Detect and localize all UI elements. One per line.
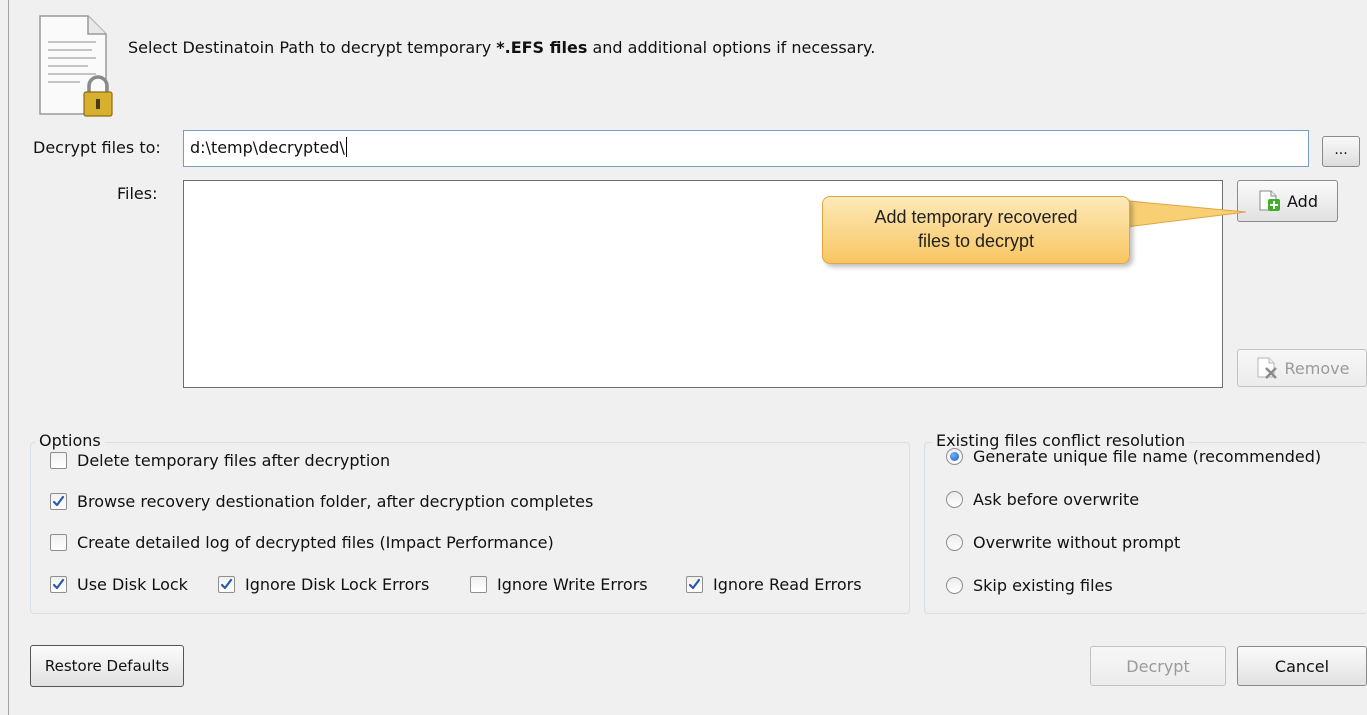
browse-button[interactable]: ...: [1322, 136, 1360, 167]
checkbox[interactable]: [50, 452, 67, 469]
generate-unique-name-option[interactable]: Generate unique file name (recommended): [946, 447, 1321, 466]
radio-label: Overwrite without prompt: [973, 533, 1181, 552]
header-text-bold: *.EFS files: [496, 38, 588, 57]
checkbox[interactable]: [50, 493, 67, 510]
radio-selected-dot: [950, 452, 959, 461]
ask-before-overwrite-option[interactable]: Ask before overwrite: [946, 490, 1139, 509]
browse-folder-option[interactable]: Browse recovery destionation folder, aft…: [50, 492, 593, 511]
add-file-icon: [1259, 190, 1280, 211]
checkbox-label: Browse recovery destionation folder, aft…: [77, 492, 594, 511]
tooltip-callout: Add temporary recovered files to decrypt: [822, 196, 1130, 264]
callout-line-2: files to decrypt: [917, 231, 1035, 251]
radio-button[interactable]: [946, 534, 963, 551]
cancel-button[interactable]: Cancel: [1237, 646, 1367, 686]
checkbox-label: Delete temporary files after decryption: [77, 451, 391, 470]
radio-label: Ask before overwrite: [973, 490, 1140, 509]
checkbox[interactable]: [470, 576, 487, 593]
checkbox[interactable]: [50, 576, 67, 593]
radio-button[interactable]: [946, 448, 963, 465]
overwrite-without-prompt-option[interactable]: Overwrite without prompt: [946, 533, 1180, 552]
checkbox[interactable]: [218, 576, 235, 593]
remove-button-label: Remove: [1284, 358, 1350, 378]
locked-document-icon: [39, 15, 113, 117]
ignore-write-errors-option[interactable]: Ignore Write Errors: [470, 575, 648, 594]
text-caret: [345, 137, 347, 157]
use-disk-lock-option[interactable]: Use Disk Lock: [50, 575, 188, 594]
checkbox[interactable]: [686, 576, 703, 593]
check-mark-icon: [52, 495, 65, 507]
radio-label: Skip existing files: [973, 576, 1113, 595]
check-mark-icon: [52, 578, 65, 590]
add-button-label: Add: [1287, 191, 1318, 211]
checkbox[interactable]: [50, 534, 67, 551]
options-group-title: Options: [35, 431, 105, 450]
ignore-disk-lock-errors-option[interactable]: Ignore Disk Lock Errors: [218, 575, 429, 594]
remove-button[interactable]: Remove: [1237, 349, 1367, 387]
header-text-end: and additional options if necessary.: [587, 38, 876, 57]
checkbox-label: Use Disk Lock: [77, 575, 188, 594]
ignore-read-errors-option[interactable]: Ignore Read Errors: [686, 575, 862, 594]
destination-path-value: d:\temp\decrypted\: [190, 138, 345, 157]
check-mark-icon: [220, 578, 233, 590]
header-text-start: Select Destinatoin Path to decrypt tempo…: [128, 38, 497, 57]
checkbox-label: Ignore Read Errors: [713, 575, 862, 594]
header-instruction: Select Destinatoin Path to decrypt tempo…: [128, 38, 875, 57]
radio-label: Generate unique file name (recommended): [973, 447, 1322, 466]
remove-file-icon: [1257, 357, 1277, 379]
decrypt-files-to-label: Decrypt files to:: [33, 138, 161, 157]
destination-path-input[interactable]: d:\temp\decrypted\: [183, 130, 1309, 167]
add-button[interactable]: Add: [1237, 180, 1338, 222]
skip-existing-files-option[interactable]: Skip existing files: [946, 576, 1113, 595]
radio-button[interactable]: [946, 491, 963, 508]
checkbox-label: Create detailed log of decrypted files (…: [77, 533, 554, 552]
delete-temp-files-option[interactable]: Delete temporary files after decryption: [50, 451, 390, 470]
radio-button[interactable]: [946, 577, 963, 594]
checkbox-label: Ignore Write Errors: [497, 575, 648, 594]
checkbox-label: Ignore Disk Lock Errors: [245, 575, 430, 594]
decrypt-button[interactable]: Decrypt: [1090, 646, 1226, 686]
callout-line-1: Add temporary recovered: [874, 207, 1078, 227]
callout-pointer: [1118, 199, 1247, 229]
files-label: Files:: [117, 184, 158, 203]
detailed-log-option[interactable]: Create detailed log of decrypted files (…: [50, 533, 554, 552]
check-mark-icon: [688, 578, 701, 590]
restore-defaults-button[interactable]: Restore Defaults: [30, 645, 184, 687]
